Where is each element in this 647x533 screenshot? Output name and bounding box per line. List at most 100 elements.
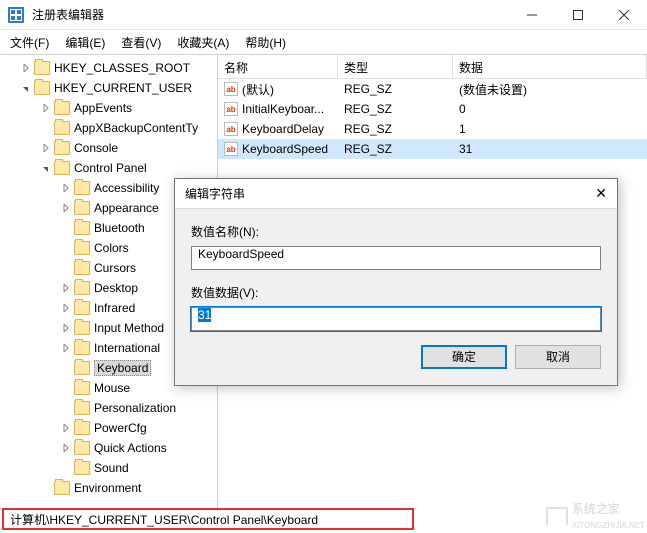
folder-icon — [74, 261, 90, 275]
list-body: ab (默认) REG_SZ (数值未设置) ab InitialKeyboar..… — [218, 79, 647, 159]
tree-item[interactable]: PowerCfg — [0, 418, 217, 438]
header-data[interactable]: 数据 — [453, 55, 647, 78]
value-type: REG_SZ — [338, 122, 453, 136]
tree-item-label: International — [94, 341, 160, 355]
menu-view[interactable]: 查看(V) — [113, 31, 169, 54]
list-header: 名称 类型 数据 — [218, 55, 647, 79]
value-name: InitialKeyboar... — [242, 102, 324, 116]
tree-item-label: Input Method — [94, 321, 164, 335]
dialog-titlebar[interactable]: 编辑字符串 ✕ — [175, 179, 617, 209]
folder-icon — [74, 341, 90, 355]
value-type: REG_SZ — [338, 102, 453, 116]
folder-icon — [74, 401, 90, 415]
value-name-input[interactable]: KeyboardSpeed — [191, 246, 601, 270]
dialog-title: 编辑字符串 — [185, 185, 577, 202]
tree-item-label: Environment — [74, 481, 141, 495]
value-data-input[interactable]: 31 — [191, 307, 601, 331]
titlebar: 注册表编辑器 — [0, 0, 647, 30]
value-data: 31 — [453, 142, 647, 156]
folder-icon — [74, 181, 90, 195]
folder-icon — [74, 221, 90, 235]
tree-item[interactable]: Sound — [0, 458, 217, 478]
tree-item[interactable]: AppXBackupContentTy — [0, 118, 217, 138]
string-value-icon: ab — [224, 82, 238, 96]
string-value-icon: ab — [224, 102, 238, 116]
folder-icon — [74, 201, 90, 215]
menu-help[interactable]: 帮助(H) — [237, 31, 294, 54]
edit-string-dialog: 编辑字符串 ✕ 数值名称(N): KeyboardSpeed 数值数据(V): … — [174, 178, 618, 386]
tree-item[interactable]: HKEY_CLASSES_ROOT — [0, 58, 217, 78]
list-row[interactable]: ab InitialKeyboar... REG_SZ 0 — [218, 99, 647, 119]
folder-icon — [74, 441, 90, 455]
tree-item-label: HKEY_CURRENT_USER — [54, 81, 192, 95]
header-type[interactable]: 类型 — [338, 55, 453, 78]
tree-item-label: Colors — [94, 241, 129, 255]
value-data: (数值未设置) — [453, 81, 647, 98]
value-name: KeyboardSpeed — [242, 142, 328, 156]
list-row[interactable]: abKeyboardDelay REG_SZ 1 — [218, 119, 647, 139]
tree-item-label: Mouse — [94, 381, 130, 395]
maximize-button[interactable] — [555, 0, 601, 30]
tree-item-label: Control Panel — [74, 161, 147, 175]
minimize-button[interactable] — [509, 0, 555, 30]
menu-edit[interactable]: 编辑(E) — [57, 31, 113, 54]
tree-item-label: Infrared — [94, 301, 135, 315]
tree-item-label: AppXBackupContentTy — [74, 121, 198, 135]
tree-item[interactable]: Console — [0, 138, 217, 158]
folder-icon — [54, 141, 70, 155]
folder-icon — [74, 321, 90, 335]
tree-item-label: Appearance — [94, 201, 159, 215]
tree-item-label: Desktop — [94, 281, 138, 295]
window-title: 注册表编辑器 — [32, 6, 509, 23]
folder-icon — [54, 161, 70, 175]
list-row[interactable]: ab KeyboardSpeed REG_SZ 31 — [218, 139, 647, 159]
list-row[interactable]: ab (默认) REG_SZ (数值未设置) — [218, 79, 647, 99]
value-type: REG_SZ — [338, 142, 453, 156]
dialog-body: 数值名称(N): KeyboardSpeed 数值数据(V): 31 确定 取消 — [175, 209, 617, 385]
value-data: 0 — [453, 102, 647, 116]
folder-icon — [34, 61, 50, 75]
menu-file[interactable]: 文件(F) — [2, 31, 57, 54]
menu-favorites[interactable]: 收藏夹(A) — [169, 31, 237, 54]
value-name-label: 数值名称(N): — [191, 223, 601, 240]
tree-item[interactable]: Personalization — [0, 398, 217, 418]
menubar: 文件(F) 编辑(E) 查看(V) 收藏夹(A) 帮助(H) — [0, 30, 647, 54]
tree-item-label: Sound — [94, 461, 129, 475]
tree-item-label: PowerCfg — [94, 421, 147, 435]
tree-item[interactable]: Quick Actions — [0, 438, 217, 458]
header-name[interactable]: 名称 — [218, 55, 338, 78]
tree-item[interactable]: Control Panel — [0, 158, 217, 178]
folder-icon — [74, 361, 90, 375]
tree-item-label: Bluetooth — [94, 221, 145, 235]
tree-item-label: Keyboard — [94, 360, 151, 376]
value-name: (默认) — [242, 81, 274, 98]
regedit-icon — [8, 7, 24, 23]
folder-icon — [74, 381, 90, 395]
folder-icon — [74, 281, 90, 295]
folder-icon — [54, 481, 70, 495]
tree-item-label: Accessibility — [94, 181, 159, 195]
value-data-label: 数值数据(V): — [191, 284, 601, 301]
dialog-close-button[interactable]: ✕ — [577, 185, 607, 202]
status-path: 计算机\HKEY_CURRENT_USER\Control Panel\Keyb… — [10, 511, 318, 528]
dialog-buttons: 确定 取消 — [191, 345, 601, 369]
close-button[interactable] — [601, 0, 647, 30]
tree-item-label: HKEY_CLASSES_ROOT — [54, 61, 190, 75]
folder-icon — [34, 81, 50, 95]
string-value-icon: ab — [224, 122, 238, 136]
folder-icon — [54, 101, 70, 115]
tree-item[interactable]: AppEvents — [0, 98, 217, 118]
statusbar: 计算机\HKEY_CURRENT_USER\Control Panel\Keyb… — [2, 508, 414, 530]
tree-item-label: AppEvents — [74, 101, 132, 115]
value-data: 1 — [453, 122, 647, 136]
tree-item-label: Cursors — [94, 261, 136, 275]
window-controls — [509, 0, 647, 30]
ok-button[interactable]: 确定 — [421, 345, 507, 369]
string-value-icon: ab — [224, 142, 238, 156]
value-type: REG_SZ — [338, 82, 453, 96]
tree-item[interactable]: Environment — [0, 478, 217, 498]
cancel-button[interactable]: 取消 — [515, 345, 601, 369]
tree-item-label: Personalization — [94, 401, 176, 415]
tree-item[interactable]: HKEY_CURRENT_USER — [0, 78, 217, 98]
folder-icon — [74, 461, 90, 475]
